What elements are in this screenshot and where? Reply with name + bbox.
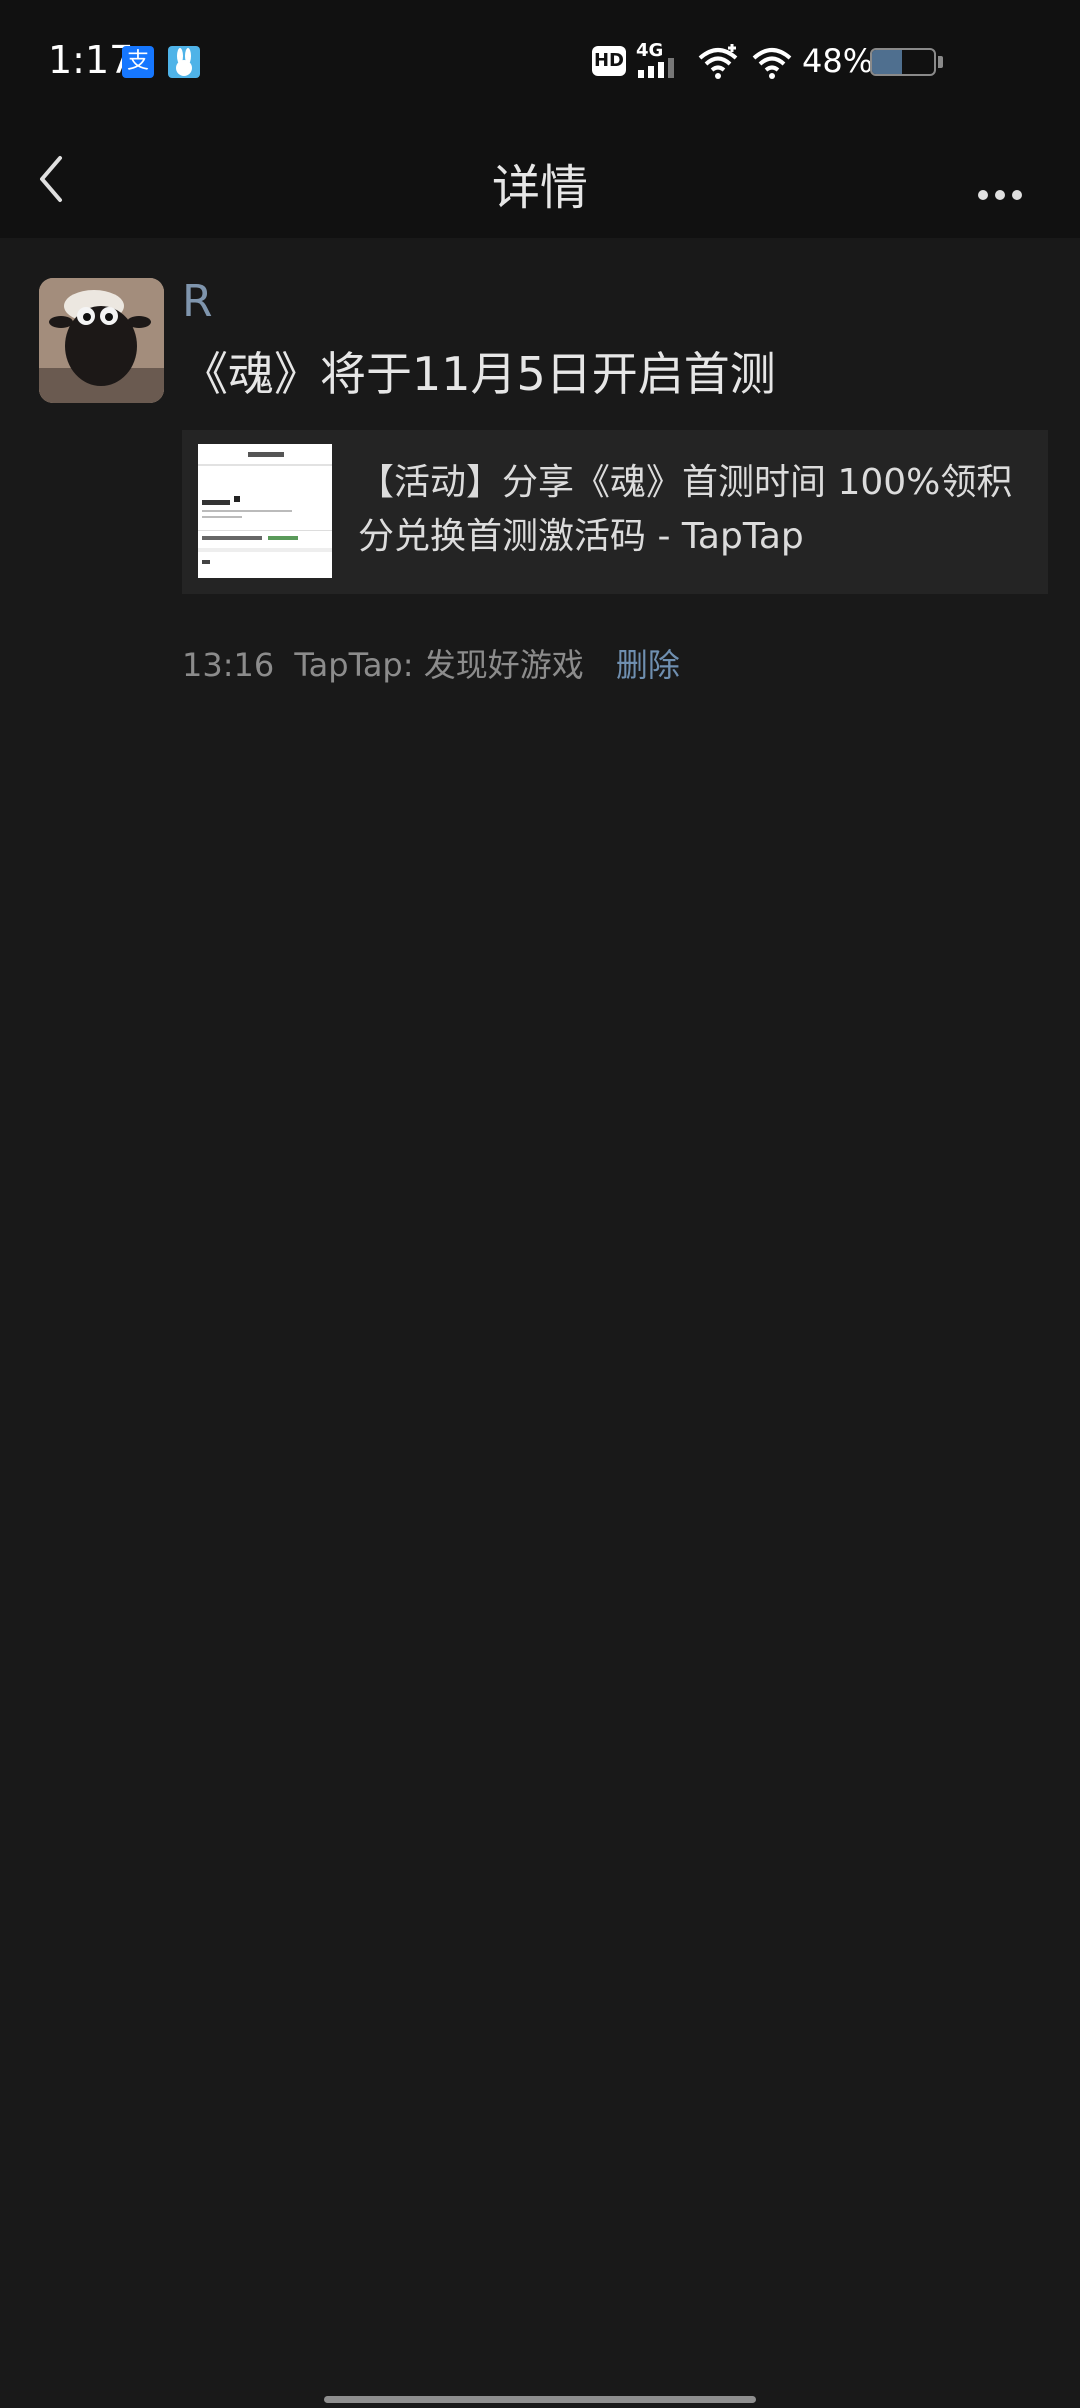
article-screenshot-thumbnail: [198, 444, 332, 578]
status-time: 1:17: [48, 38, 134, 82]
more-options-button[interactable]: [970, 146, 1040, 216]
post-meta: 13:16 TapTap: 发现好游戏 删除: [182, 640, 680, 686]
battery-tip: [938, 56, 943, 68]
link-card-title: 【活动】分享《魂》首测时间 100%领积分兑换首测激活码 - TapTap: [358, 462, 1013, 557]
network-type-label: 4G: [636, 40, 664, 61]
post-text: 《魂》将于11月5日开启首测: [182, 347, 776, 401]
battery-icon: [870, 48, 936, 76]
post-time: 13:16: [182, 646, 275, 684]
wifi-icon-secondary: [750, 40, 794, 84]
battery-percent: 48%: [802, 42, 874, 80]
header-bar: 详情: [0, 124, 1080, 238]
battery-level: [872, 50, 902, 74]
wifi-icon: [696, 40, 740, 84]
avatar[interactable]: [39, 278, 164, 403]
home-indicator[interactable]: [324, 2396, 756, 2403]
link-thumbnail: [198, 444, 332, 578]
link-card[interactable]: 【活动】分享《魂》首测时间 100%领积分兑换首测激活码 - TapTap: [182, 430, 1048, 594]
author-name[interactable]: R: [182, 276, 213, 327]
alipay-icon: 支: [122, 46, 154, 78]
hd-badge: HD: [592, 46, 626, 76]
status-bar: 1:17 支 HD 4G 48%: [0, 0, 1080, 124]
delete-button[interactable]: 删除: [616, 646, 680, 684]
rabbit-app-icon: [168, 46, 200, 78]
post-source[interactable]: TapTap: 发现好游戏: [294, 646, 583, 684]
page-title: 详情: [491, 160, 588, 216]
more-horizontal-icon: [978, 190, 1022, 200]
sheep-plush-avatar-image: [39, 278, 164, 403]
cellular-signal-icon: 4G: [636, 40, 686, 84]
